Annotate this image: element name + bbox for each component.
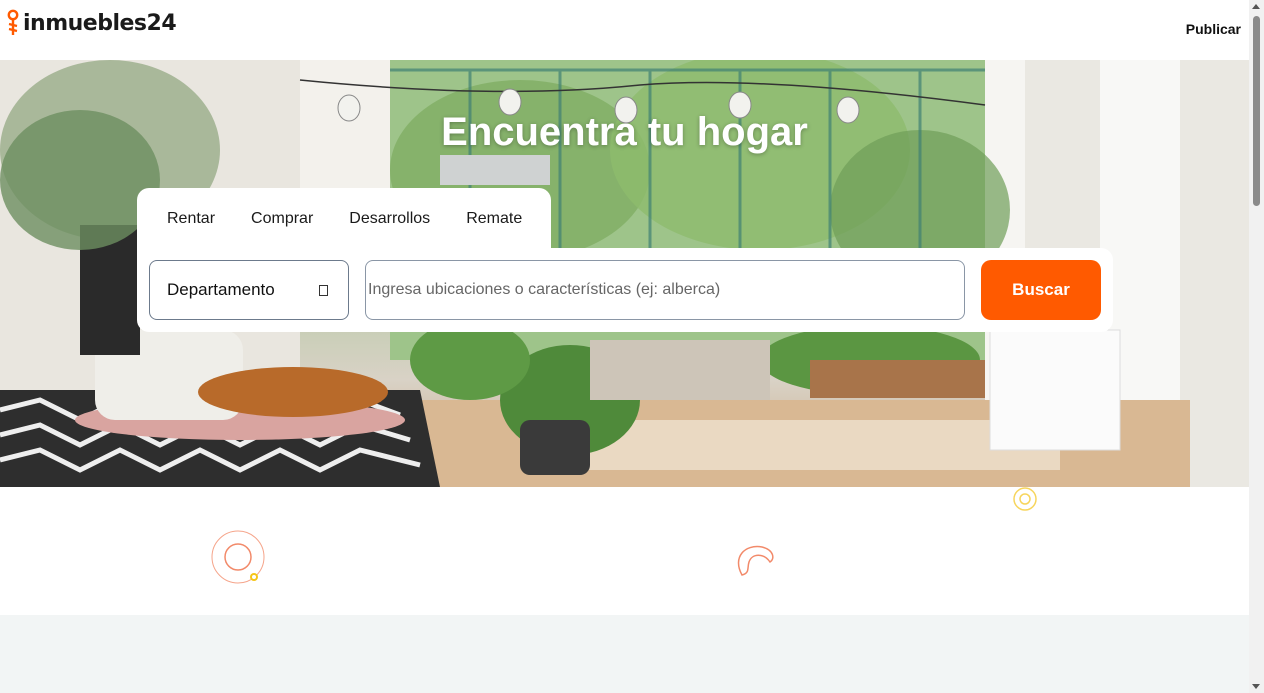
tab-comprar[interactable]: Comprar: [233, 210, 331, 228]
publish-link[interactable]: Publicar: [1186, 21, 1241, 37]
tab-rentar[interactable]: Rentar: [149, 210, 233, 228]
site-header: inmuebles24 Publicar: [0, 0, 1249, 60]
logo[interactable]: inmuebles24: [7, 9, 177, 37]
scroll-down-icon[interactable]: [1252, 684, 1260, 689]
search-input[interactable]: [365, 260, 965, 320]
search-tabs: Rentar Comprar Desarrollos Remate: [137, 188, 551, 250]
tab-desarrollos[interactable]: Desarrollos: [331, 210, 448, 228]
search-panel: Departamento Buscar: [137, 248, 1113, 332]
property-type-select[interactable]: Departamento: [149, 260, 349, 320]
scroll-up-icon[interactable]: [1252, 4, 1260, 9]
content-section: [0, 615, 1249, 693]
scroll-thumb[interactable]: [1253, 16, 1260, 206]
tab-remate[interactable]: Remate: [448, 210, 540, 228]
page-scrollbar[interactable]: [1249, 0, 1264, 693]
decor-section: [0, 487, 1249, 615]
property-type-value: Departamento: [167, 280, 275, 299]
decor-shapes: [211, 487, 1037, 584]
key-icon: [7, 9, 19, 35]
hero-banner: Encuentra tu hogar Rentar Comprar Desarr…: [0, 60, 1249, 487]
hero-title: Encuentra tu hogar: [441, 110, 808, 154]
search-button[interactable]: Buscar: [981, 260, 1101, 320]
chevron-down-icon: [319, 285, 328, 296]
logo-text: inmuebles24: [23, 10, 177, 36]
